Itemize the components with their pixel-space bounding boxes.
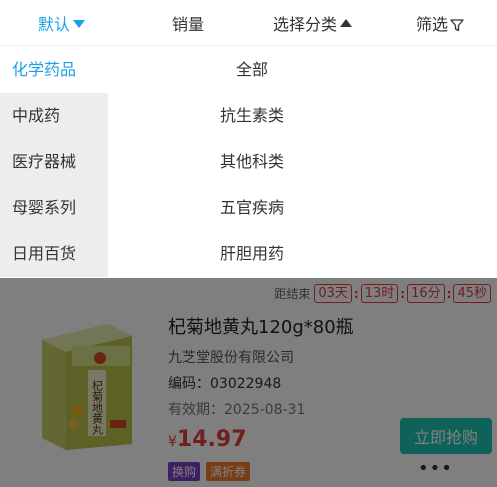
subcategory-other[interactable]: 其他科类: [0, 139, 396, 185]
filter-icon: [450, 18, 464, 31]
subcategory-liver-gallbladder[interactable]: 肝胆用药: [0, 231, 396, 277]
sort-sales[interactable]: 销量: [172, 0, 204, 46]
triangle-up-icon: [340, 19, 353, 27]
sort-sales-label: 销量: [172, 15, 205, 34]
subcategory-antibiotics[interactable]: 抗生素类: [0, 93, 396, 139]
subcategory-ent[interactable]: 五官疾病: [0, 185, 396, 231]
sort-default-label: 默认: [38, 15, 71, 34]
dim-overlay[interactable]: [0, 278, 497, 487]
triangle-down-icon: [73, 20, 86, 28]
category-dropdown: 化学药品 中成药 医疗器械 母婴系列 日用百货 全部 抗生素类 其他科类 五官疾…: [0, 47, 497, 278]
subcategory-all[interactable]: 全部: [0, 47, 396, 93]
sort-category-label: 选择分类: [273, 15, 338, 34]
sort-filter-label: 筛选: [416, 15, 449, 34]
sort-category[interactable]: 选择分类: [273, 0, 353, 46]
category-secondary-list: 全部 抗生素类 其他科类 五官疾病 肝胆用药: [108, 47, 497, 278]
sort-bar: 默认 销量 选择分类 筛选: [0, 0, 497, 46]
sort-filter[interactable]: 筛选: [416, 0, 464, 46]
sort-default[interactable]: 默认: [38, 0, 86, 46]
